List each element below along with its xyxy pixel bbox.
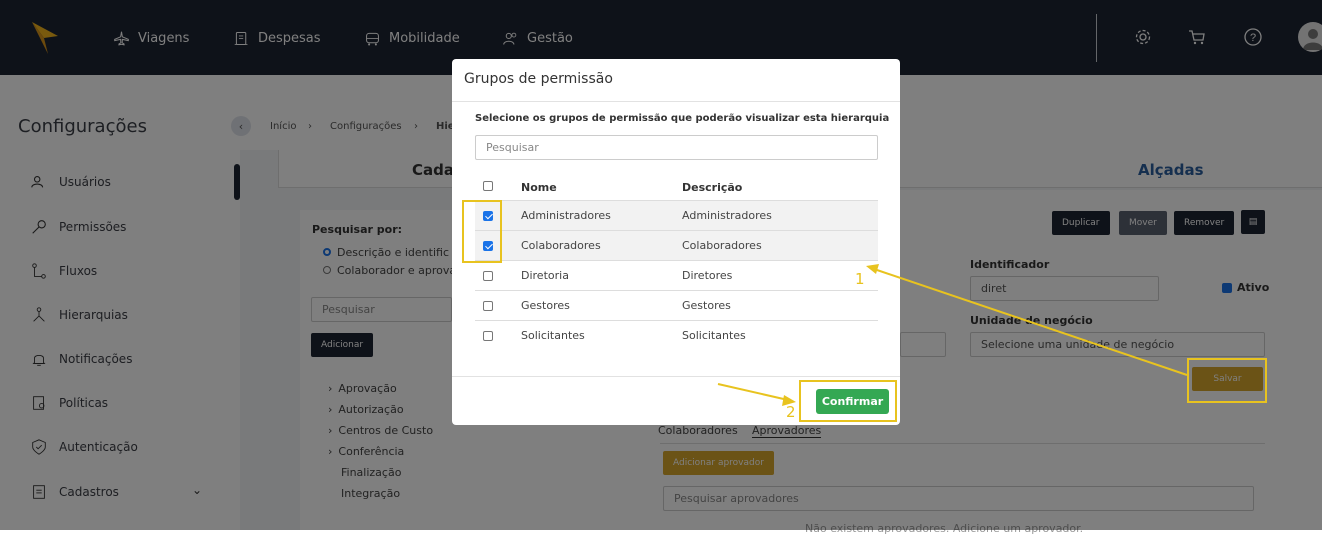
annotation-number-2: 2 xyxy=(786,403,796,421)
annotation-number-1: 1 xyxy=(855,270,865,288)
annotation-arrows xyxy=(717,264,1188,406)
